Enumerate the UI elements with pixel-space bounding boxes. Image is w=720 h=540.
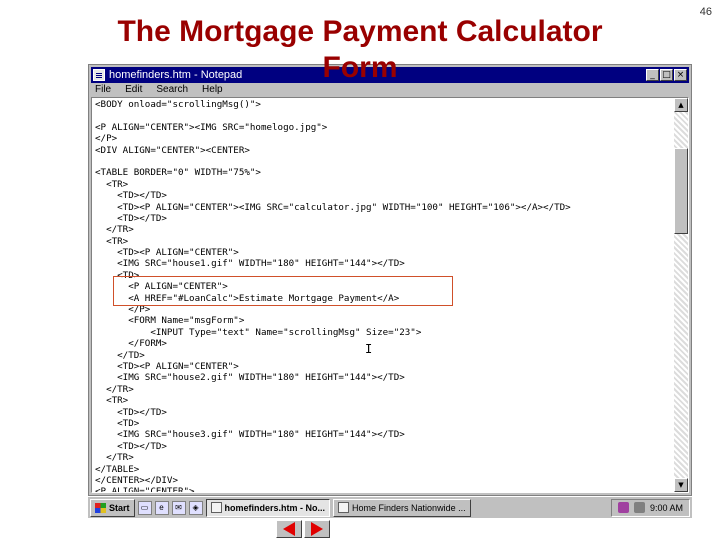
code-line: </TD> xyxy=(95,349,145,361)
slide-title-line2: Form xyxy=(322,51,398,84)
code-line: </TR> xyxy=(95,452,134,464)
system-tray: 9:00 AM xyxy=(610,498,690,517)
speaker-icon[interactable] xyxy=(633,502,645,513)
next-slide-button[interactable] xyxy=(304,520,330,538)
code-line: <TD></TD> xyxy=(95,190,167,202)
slide-title: The Mortgage Payment Calculator Form xyxy=(60,14,660,86)
code-line: <TD></TD> xyxy=(95,440,167,452)
slide-navigation xyxy=(276,520,330,538)
code-line: <IMG SRC="house2.gif" WIDTH="180" HEIGHT… xyxy=(95,372,405,384)
channels-icon[interactable]: ◈ xyxy=(188,500,203,515)
code-line: <INPUT Type="text" Name="scrollingMsg" S… xyxy=(95,326,422,338)
code-line: </TABLE> xyxy=(95,463,140,475)
scroll-up-arrow-icon[interactable]: ▲ xyxy=(674,98,688,112)
taskbar: Start ▭ e ✉ ◈ homefinders.htm - No... Ho… xyxy=(88,496,692,518)
mail-icon[interactable]: ✉ xyxy=(171,500,186,515)
code-line: <TD><P ALIGN="CENTER"> xyxy=(95,360,239,372)
i-beam-cursor-icon: I xyxy=(365,342,373,356)
code-line: <P ALIGN="CENTER"> xyxy=(95,486,195,493)
code-line: <TD> xyxy=(95,417,140,429)
code-line: <TR> xyxy=(95,178,129,190)
code-line: <IMG SRC="house1.gif" WIDTH="180" HEIGHT… xyxy=(95,258,405,270)
code-line: </FORM> xyxy=(95,338,167,350)
clock: 9:00 AM xyxy=(649,502,683,513)
scroll-thumb[interactable] xyxy=(674,148,688,234)
code-line: <DIV ALIGN="CENTER"><CENTER> xyxy=(95,144,250,156)
code-line: </TR> xyxy=(95,224,134,236)
code-line: <P ALIGN="CENTER"><IMG SRC="homelogo.jpg… xyxy=(95,121,328,133)
code-line: <TD></TD> xyxy=(95,212,167,224)
slide-title-line1: The Mortgage Payment Calculator xyxy=(117,15,603,48)
previous-slide-button[interactable] xyxy=(276,520,302,538)
code-line: <TABLE BORDER="0" WIDTH="75%"> xyxy=(95,167,261,179)
windows-logo-icon xyxy=(95,502,106,513)
arrow-left-icon xyxy=(283,522,295,536)
taskbar-item-notepad-label: homefinders.htm - No... xyxy=(224,502,326,513)
close-button[interactable]: × xyxy=(674,69,687,81)
code-line: <TR> xyxy=(95,395,129,407)
code-line: </TR> xyxy=(95,383,134,395)
code-line: </P> xyxy=(95,133,118,145)
start-label: Start xyxy=(109,502,130,513)
tray-app-icon[interactable] xyxy=(617,502,629,513)
arrow-right-icon xyxy=(311,522,323,536)
notepad-task-icon xyxy=(210,502,222,513)
code-line: <FORM Name="msgForm"> xyxy=(95,315,245,327)
vertical-scrollbar[interactable]: ▲ ▼ xyxy=(674,98,688,492)
taskbar-item-browser-label: Home Finders Nationwide ... xyxy=(352,502,466,513)
code-line: <BODY onload="scrollingMsg()"> xyxy=(95,99,261,110)
highlight-box xyxy=(113,276,453,306)
code-line: <TD><P ALIGN="CENTER"><IMG SRC="calculat… xyxy=(95,201,571,213)
page-number: 46 xyxy=(699,6,712,18)
browser-task-icon xyxy=(338,502,350,513)
code-line: <TD><P ALIGN="CENTER"> xyxy=(95,247,239,259)
code-line: <IMG SRC="house3.gif" WIDTH="180" HEIGHT… xyxy=(95,429,405,441)
taskbar-item-browser[interactable]: Home Finders Nationwide ... xyxy=(333,498,471,517)
code-line: <TD></TD> xyxy=(95,406,167,418)
maximize-button[interactable]: □ xyxy=(660,69,673,81)
code-line: <TR> xyxy=(95,235,129,247)
scroll-down-arrow-icon[interactable]: ▼ xyxy=(674,478,688,492)
start-button[interactable]: Start xyxy=(90,498,135,517)
desktop-icon[interactable]: ▭ xyxy=(137,500,152,515)
taskbar-item-notepad[interactable]: homefinders.htm - No... xyxy=(205,498,331,517)
browser-icon[interactable]: e xyxy=(154,500,169,515)
code-line: </CENTER></DIV> xyxy=(95,474,178,486)
